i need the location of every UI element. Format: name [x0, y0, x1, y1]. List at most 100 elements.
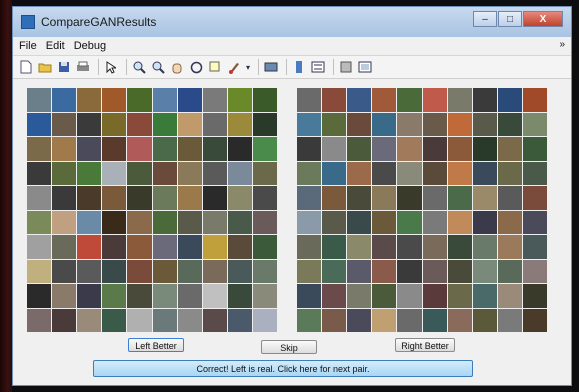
- thumbnail-image: [127, 137, 152, 161]
- window-title: CompareGANResults: [41, 15, 157, 29]
- thumbnail-image: [372, 210, 397, 234]
- thumbnail-image: [347, 308, 372, 332]
- menu-file[interactable]: File: [19, 40, 37, 52]
- thumbnail-image: [297, 88, 322, 112]
- thumbnail-image: [202, 210, 227, 234]
- open-folder-icon[interactable]: [37, 59, 53, 75]
- colorbar-icon[interactable]: [291, 59, 307, 75]
- thumbnail-image: [127, 210, 152, 234]
- legend-icon[interactable]: [310, 59, 326, 75]
- thumbnail-image: [397, 308, 422, 332]
- thumbnail-image: [372, 259, 397, 283]
- thumbnail-image: [322, 210, 347, 234]
- thumbnail-image: [202, 284, 227, 308]
- thumbnail-image: [447, 259, 472, 283]
- thumbnail-image: [202, 259, 227, 283]
- print-icon[interactable]: [75, 59, 91, 75]
- thumbnail-image: [447, 186, 472, 210]
- thumbnail-image: [52, 112, 77, 136]
- thumbnail-image: [77, 259, 102, 283]
- thumbnail-image: [52, 186, 77, 210]
- thumbnail-image: [422, 235, 447, 259]
- thumbnail-image: [152, 308, 177, 332]
- maximize-button[interactable]: □: [498, 11, 522, 27]
- thumbnail-image: [497, 210, 522, 234]
- link-icon[interactable]: [263, 59, 279, 75]
- thumbnail-image: [27, 137, 52, 161]
- zoom-out-icon[interactable]: [150, 59, 166, 75]
- thumbnail-image: [177, 210, 202, 234]
- thumbnail-image: [77, 161, 102, 185]
- thumbnail-image: [522, 284, 547, 308]
- toolbar: ▾: [13, 56, 571, 79]
- thumbnail-image: [322, 112, 347, 136]
- data-cursor-icon[interactable]: [207, 59, 223, 75]
- close-button[interactable]: X: [523, 11, 563, 27]
- save-icon[interactable]: [56, 59, 72, 75]
- thumbnail-image: [52, 308, 77, 332]
- thumbnail-image: [127, 284, 152, 308]
- thumbnail-image: [152, 161, 177, 185]
- thumbnail-image: [252, 235, 277, 259]
- grid-show-icon[interactable]: [357, 59, 373, 75]
- thumbnail-image: [347, 235, 372, 259]
- thumbnail-image: [102, 137, 127, 161]
- rotate-icon[interactable]: [188, 59, 204, 75]
- thumbnail-image: [322, 186, 347, 210]
- pointer-icon[interactable]: [103, 59, 119, 75]
- thumbnail-image: [297, 235, 322, 259]
- thumbnail-image: [252, 284, 277, 308]
- thumbnail-image: [422, 284, 447, 308]
- right-better-button[interactable]: Right Better: [395, 338, 455, 352]
- skip-button[interactable]: Skip: [261, 340, 317, 354]
- thumbnail-image: [472, 308, 497, 332]
- thumbnail-image: [202, 186, 227, 210]
- thumbnail-image: [322, 88, 347, 112]
- menu-bar: File Edit Debug »: [13, 37, 571, 56]
- thumbnail-image: [297, 137, 322, 161]
- brush-icon[interactable]: [226, 59, 242, 75]
- menu-edit[interactable]: Edit: [46, 40, 65, 52]
- new-file-icon[interactable]: [18, 59, 34, 75]
- minimize-button[interactable]: –: [473, 11, 497, 27]
- grid-hide-icon[interactable]: [338, 59, 354, 75]
- menu-overflow-icon[interactable]: »: [559, 39, 565, 50]
- next-pair-button[interactable]: Correct! Left is real. Click here for ne…: [93, 360, 473, 377]
- thumbnail-image: [297, 259, 322, 283]
- thumbnail-image: [497, 308, 522, 332]
- toolbar-separator: [333, 59, 334, 75]
- thumbnail-image: [297, 161, 322, 185]
- thumbnail-image: [227, 88, 252, 112]
- thumbnail-image: [127, 259, 152, 283]
- thumbnail-image: [27, 186, 52, 210]
- pan-hand-icon[interactable]: [169, 59, 185, 75]
- thumbnail-image: [472, 112, 497, 136]
- thumbnail-image: [522, 88, 547, 112]
- thumbnail-image: [227, 210, 252, 234]
- thumbnail-image: [347, 284, 372, 308]
- dropdown-arrow-icon[interactable]: ▾: [245, 59, 251, 75]
- thumbnail-image: [447, 235, 472, 259]
- thumbnail-image: [497, 137, 522, 161]
- thumbnail-image: [497, 186, 522, 210]
- thumbnail-image: [447, 284, 472, 308]
- thumbnail-image: [177, 284, 202, 308]
- thumbnail-image: [522, 235, 547, 259]
- zoom-in-icon[interactable]: [131, 59, 147, 75]
- thumbnail-image: [27, 308, 52, 332]
- thumbnail-image: [347, 137, 372, 161]
- thumbnail-image: [227, 284, 252, 308]
- menu-debug[interactable]: Debug: [74, 40, 106, 52]
- thumbnail-image: [152, 186, 177, 210]
- thumbnail-image: [227, 259, 252, 283]
- thumbnail-image: [202, 161, 227, 185]
- title-bar: CompareGANResults – □ X: [13, 7, 571, 37]
- thumbnail-image: [472, 161, 497, 185]
- thumbnail-image: [27, 284, 52, 308]
- thumbnail-image: [202, 88, 227, 112]
- thumbnail-image: [472, 210, 497, 234]
- left-better-button[interactable]: Left Better: [128, 338, 184, 352]
- thumbnail-image: [497, 88, 522, 112]
- thumbnail-image: [252, 112, 277, 136]
- thumbnail-image: [422, 210, 447, 234]
